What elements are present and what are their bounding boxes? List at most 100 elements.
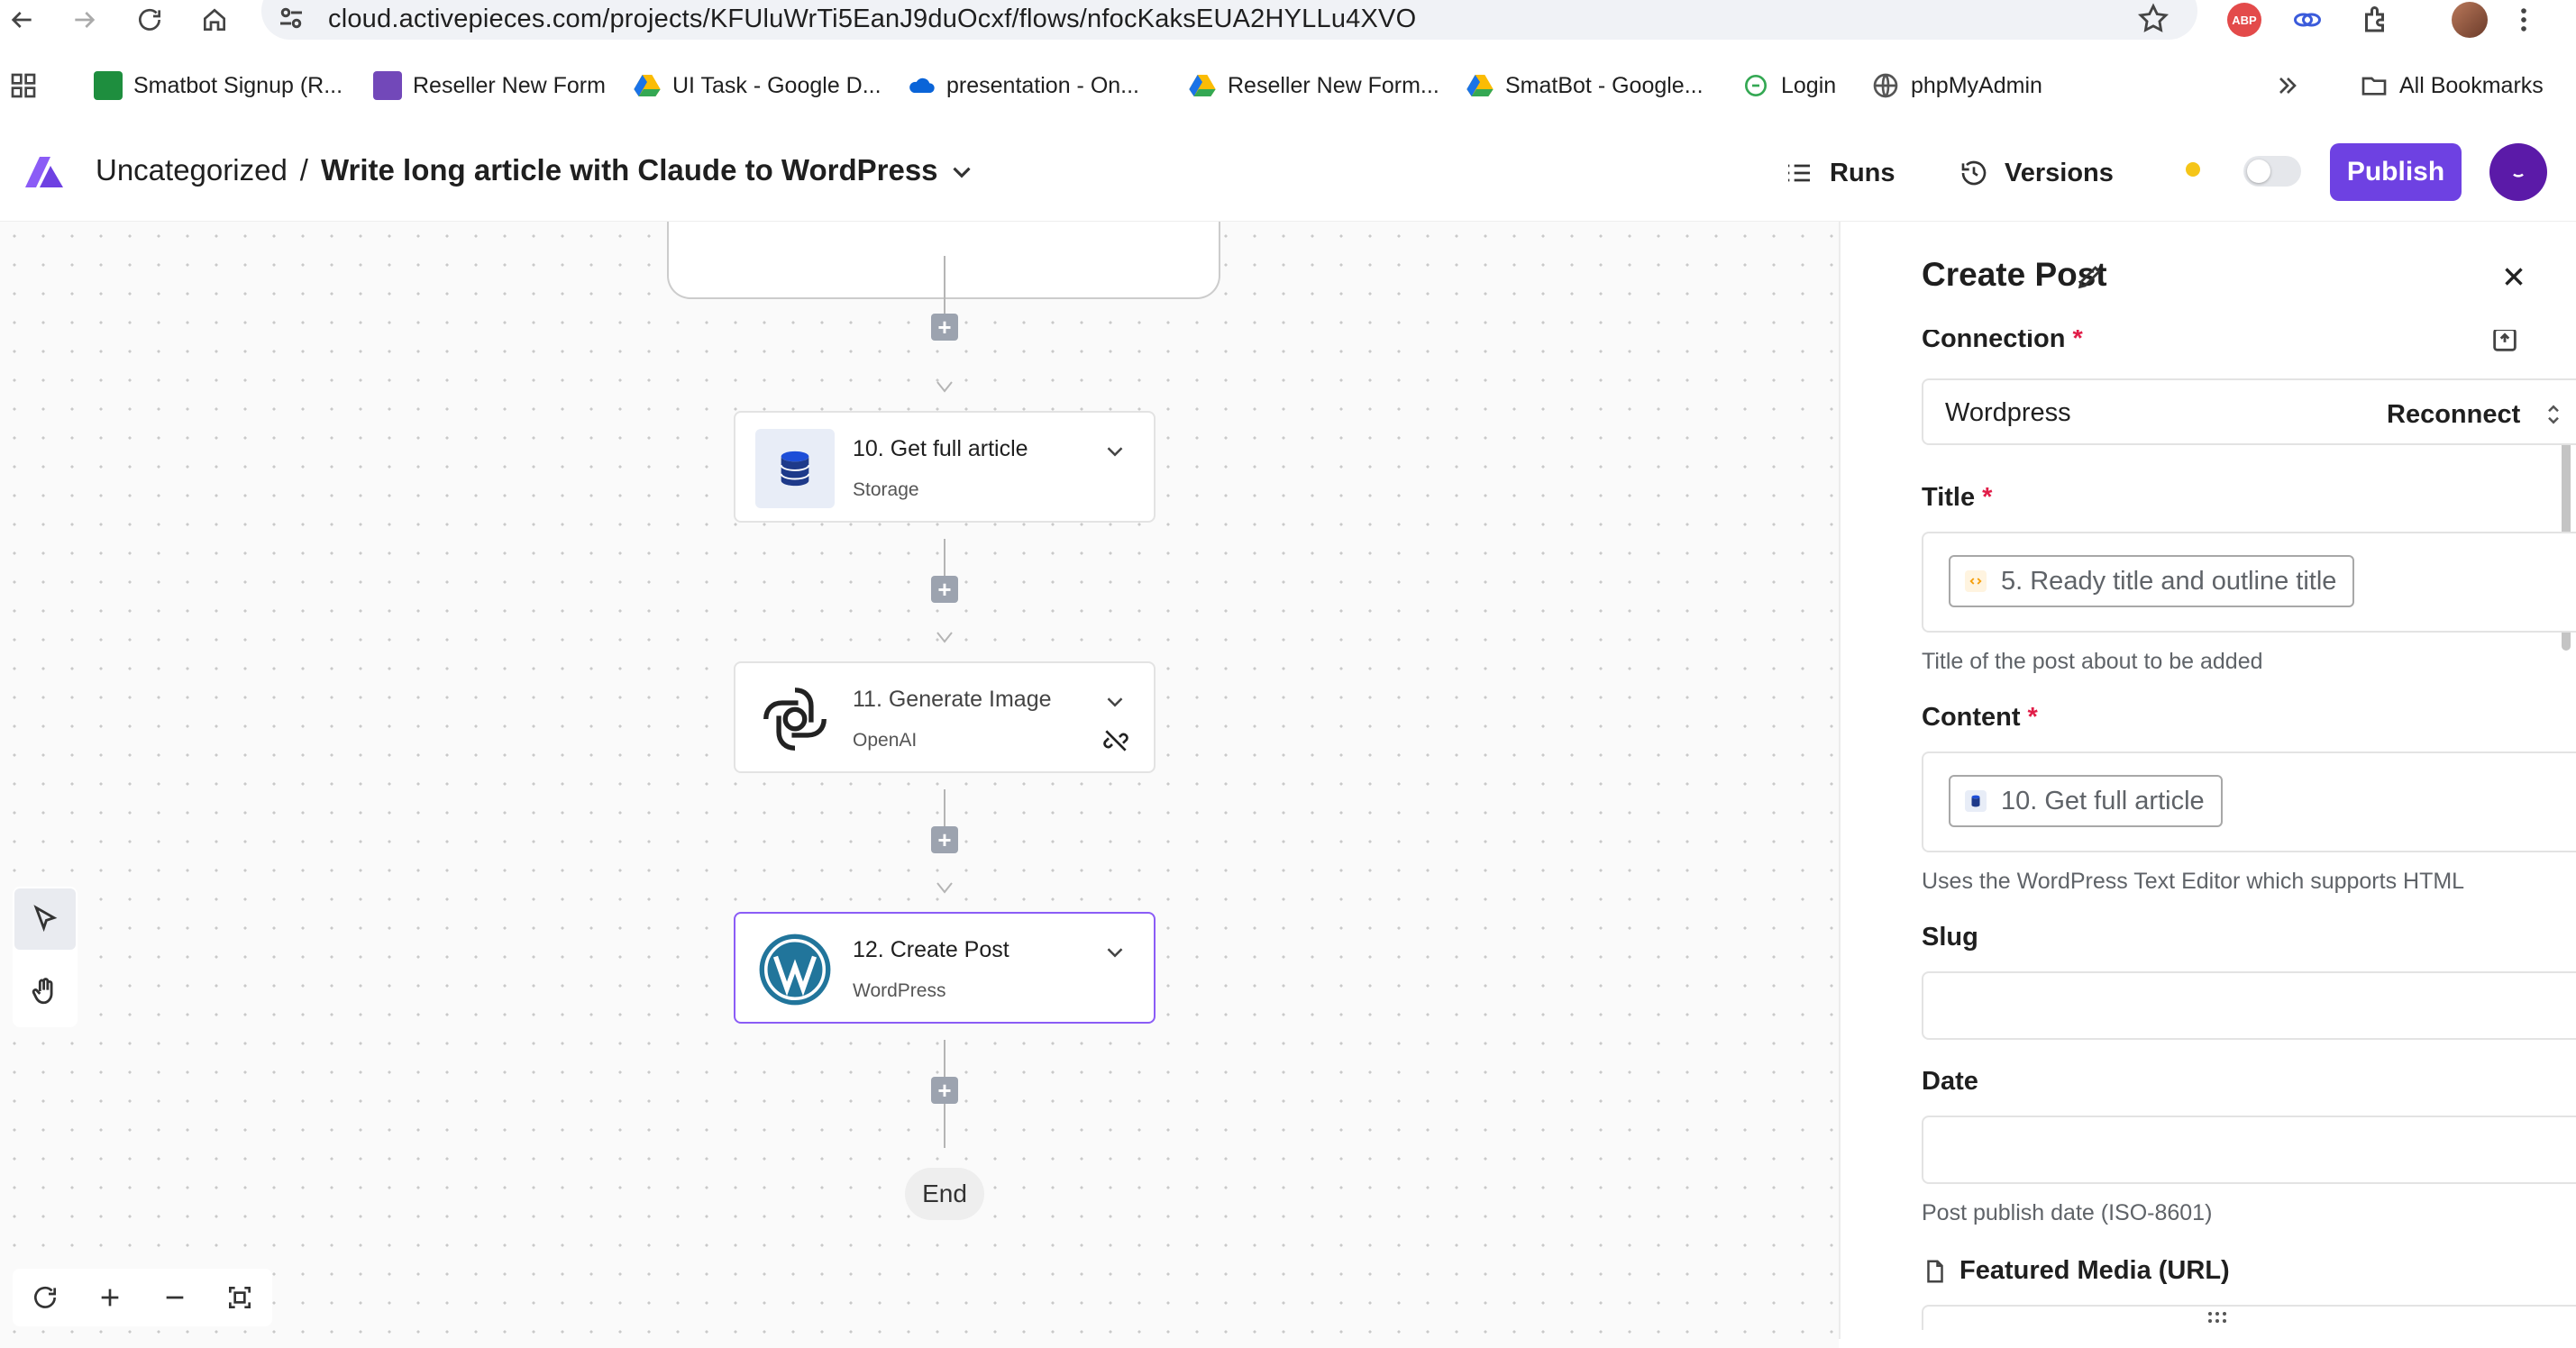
bookmark-item[interactable]: Reseller New Form... [1188,63,1439,108]
canvas-tools [13,887,78,1027]
add-step-button[interactable]: + [931,576,958,603]
pan-hand-icon[interactable] [14,961,76,1022]
all-bookmarks[interactable]: All Bookmarks [2360,63,2544,108]
publish-button[interactable]: Publish [2330,143,2462,201]
bookmark-item[interactable]: presentation - On... [907,63,1139,108]
reload-icon[interactable] [130,0,169,40]
globe-icon [1873,73,1898,98]
title-help-text: Title of the post about to be added [1922,649,2263,674]
dynamic-input-toggle-icon[interactable] [2489,330,2520,355]
reconnect-button[interactable]: Reconnect [2387,400,2520,430]
bookmark-label: phpMyAdmin [1911,72,2042,98]
sheets-icon [94,71,123,100]
bookmark-label: UI Task - Google D... [672,72,882,98]
more-bookmarks-icon[interactable] [2273,63,2302,108]
step-card-get-full-article[interactable]: 10. Get full article Storage [734,411,1156,523]
bookmark-item[interactable]: SmatBot - Google... [1466,63,1704,108]
bookmark-item[interactable]: Login [1741,63,1836,108]
zoom-out-icon[interactable] [142,1269,207,1326]
connection-select[interactable]: Wordpress Reconnect [1922,378,2576,445]
add-step-button[interactable]: + [931,826,958,853]
breadcrumb-folder[interactable]: Uncategorized [96,150,288,191]
add-step-button[interactable]: + [931,1077,958,1104]
all-bookmarks-label: All Bookmarks [2399,72,2544,98]
chevron-down-icon[interactable] [946,157,977,187]
chevron-down-icon[interactable] [1101,438,1128,465]
file-icon [1927,1260,1943,1282]
featured-media-input[interactable] [1922,1305,2576,1330]
wordpress-icon [755,930,835,1009]
bottom-resize-handle[interactable] [2205,1308,2230,1326]
history-icon [1961,160,1987,186]
url-text[interactable]: cloud.activepieces.com/projects/KFUluWrT… [328,2,1416,36]
bookmark-label: Login [1781,72,1837,98]
step-card-create-post[interactable]: 12. Create Post WordPress [734,912,1156,1024]
close-icon[interactable] [2498,261,2529,292]
edit-pencil-icon[interactable] [2075,261,2106,292]
panel-form: Connection * Wordpress Reconnect Title * 5… [1841,330,2576,1330]
fit-view-icon[interactable] [207,1269,272,1326]
profile-avatar-icon[interactable] [2452,2,2488,38]
runs-button[interactable]: Runs [1785,148,1895,198]
title-label: Title * [1922,483,1993,512]
featured-media-label: Featured Media (URL) [1922,1256,2230,1286]
forward-icon[interactable] [65,0,105,40]
drive-icon [634,75,661,96]
bookmark-item[interactable]: UI Task - Google D... [633,63,882,108]
extension-link-icon[interactable] [2289,2,2325,38]
bookmark-item[interactable]: Reseller New Form [373,63,606,108]
arrow-down-icon [936,381,953,393]
title-input[interactable]: 5. Ready title and outline title [1922,532,2576,633]
bookmark-star-icon[interactable] [2136,2,2170,36]
extensions-puzzle-icon[interactable] [2358,2,2394,38]
openai-icon [755,679,835,759]
add-step-button[interactable]: + [931,314,958,341]
drive-icon [1189,75,1216,96]
runs-label: Runs [1830,158,1895,187]
flow-canvas[interactable]: + 10. Get full article Storage + 11. Gen… [0,222,1839,1348]
title-reference-chip[interactable]: 5. Ready title and outline title [1949,555,2355,607]
login-icon [1745,75,1767,96]
site-settings-icon[interactable] [275,2,307,34]
unlink-icon [1103,730,1128,751]
bookmark-label: Reseller New Form... [1228,72,1439,98]
drive-icon [1466,75,1494,96]
flow-name[interactable]: Write long article with Claude to WordPr… [321,150,938,191]
list-icon [1788,164,1810,182]
end-node: End [905,1168,984,1220]
chevron-down-icon[interactable] [1101,939,1128,966]
bookmarks-bar: Smatbot Signup (R... Reseller New Form U… [0,63,2576,108]
browser-chrome: cloud.activepieces.com/projects/KFUluWrT… [0,0,2576,123]
content-reference-chip[interactable]: 10. Get full article [1949,775,2223,827]
bookmark-item[interactable]: Smatbot Signup (R... [94,63,343,108]
code-icon [1965,570,1987,592]
apps-grid-icon[interactable] [9,63,38,108]
reset-view-icon[interactable] [13,1269,78,1326]
content-input[interactable]: 10. Get full article [1922,751,2576,852]
adblock-extension-icon[interactable]: ABP [2226,2,2262,38]
zoom-controls [13,1269,272,1326]
versions-button[interactable]: Versions [1959,148,2114,198]
flow-enable-toggle[interactable] [2243,156,2301,187]
date-input[interactable] [1922,1116,2576,1184]
chevron-down-icon[interactable] [1101,688,1128,715]
bookmark-item[interactable]: phpMyAdmin [1871,63,2042,108]
select-tool-icon[interactable] [14,888,76,950]
browser-menu-icon[interactable] [2506,2,2542,38]
activepieces-logo-icon[interactable] [23,153,65,189]
content-help-text: Uses the WordPress Text Editor which sup… [1922,869,2465,894]
step-card-generate-image[interactable]: 11. Generate Image OpenAI [734,661,1156,773]
step-title: 10. Get full article [853,436,1028,461]
back-icon[interactable] [2,0,41,40]
database-icon [755,429,835,508]
zoom-in-icon[interactable] [78,1269,142,1326]
user-avatar[interactable] [2489,143,2547,201]
slug-input[interactable] [1922,971,2576,1040]
database-icon [1965,790,1987,812]
content-chip-text: 10. Get full article [2001,786,2205,815]
bookmark-label: Smatbot Signup (R... [133,72,343,98]
step-settings-panel: Create Post Connection * Wordpress Reconn… [1839,222,2576,1339]
step-title: 11. Generate Image [853,687,1052,712]
chevron-updown-icon [2548,405,2559,424]
home-icon[interactable] [195,0,234,40]
